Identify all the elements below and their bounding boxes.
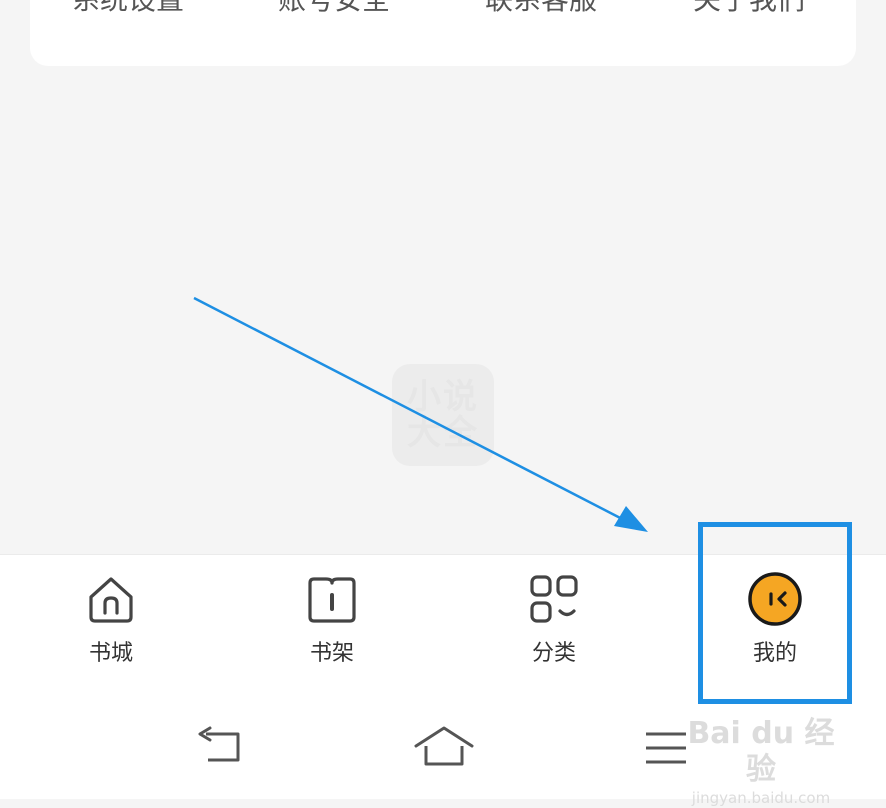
baidu-brand-text: Bai du 经验 xyxy=(687,716,835,787)
tab-category[interactable]: 分类 xyxy=(494,569,614,679)
baidu-url-text: jingyan.baidu.com xyxy=(691,789,831,807)
home-nav-icon[interactable] xyxy=(412,724,476,768)
back-icon[interactable] xyxy=(196,726,246,766)
book-icon xyxy=(308,577,356,623)
tab-label-bookstore: 书城 xyxy=(88,641,133,666)
baidu-jingyan-watermark: Bai du 经验 jingyan.baidu.com xyxy=(676,716,846,807)
category-icon xyxy=(530,575,578,623)
tab-bookstore[interactable]: 书城 xyxy=(51,569,171,679)
tab-label-category: 分类 xyxy=(531,641,576,666)
home-icon xyxy=(89,577,133,623)
annotation-highlight-box xyxy=(698,522,852,704)
tab-label-bookshelf: 书架 xyxy=(309,641,354,666)
tab-bookshelf[interactable]: 书架 xyxy=(272,569,392,679)
